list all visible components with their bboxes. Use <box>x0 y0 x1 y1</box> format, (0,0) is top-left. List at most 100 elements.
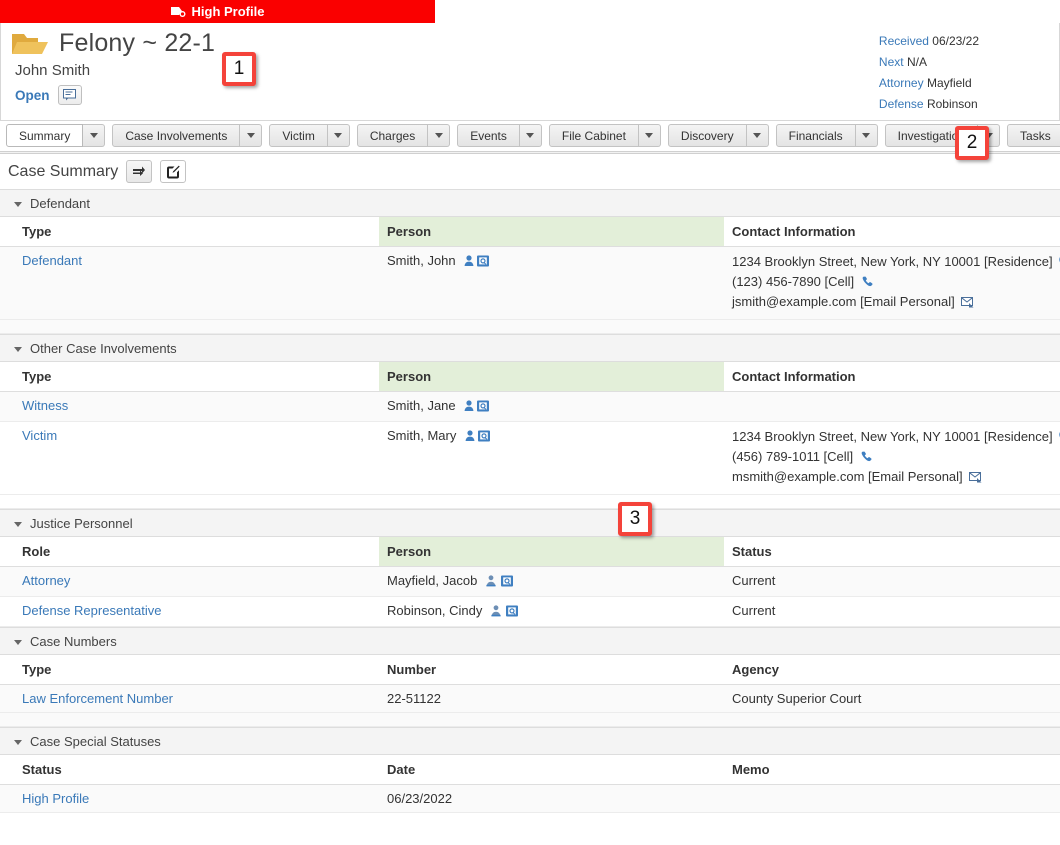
cell-number: 22-51122 <box>379 685 724 713</box>
meta-next-value: N/A <box>907 55 927 69</box>
chevron-down-icon <box>645 133 653 138</box>
chevron-down-icon <box>526 133 534 138</box>
tab-charges-label[interactable]: Charges <box>357 124 428 147</box>
col-date: Date <box>379 755 724 785</box>
meta-defense: Defense Robinson <box>879 94 979 115</box>
table-row: Attorney Mayfield, Jacob <box>0 567 1060 597</box>
chevron-down-icon <box>14 202 22 207</box>
high-profile-status-link[interactable]: High Profile <box>22 791 89 806</box>
tab-discovery[interactable]: Discovery <box>668 124 769 147</box>
tab-discovery-label[interactable]: Discovery <box>668 124 747 147</box>
tab-file-cabinet-label[interactable]: File Cabinet <box>549 124 639 147</box>
high-profile-label: High Profile <box>192 4 265 19</box>
meta-attorney-label: Attorney <box>879 76 924 90</box>
comment-bubble-icon[interactable] <box>58 85 82 105</box>
col-person: Person <box>379 537 724 567</box>
staff-profile-icon <box>486 575 514 587</box>
tab-financials[interactable]: Financials <box>776 124 878 147</box>
tab-events-caret[interactable] <box>520 124 542 147</box>
chevron-down-icon <box>334 133 342 138</box>
tab-charges-caret[interactable] <box>428 124 450 147</box>
meta-received: Received 06/23/22 <box>879 31 979 52</box>
contact-phone-line: (123) 456-7890 [Cell] <box>732 273 1054 293</box>
tab-case-involvements[interactable]: Case Involvements <box>112 124 262 147</box>
case-summary-header: Case Summary <box>0 154 1060 189</box>
person-profile-icon <box>465 430 491 442</box>
defense-representative-role-link[interactable]: Defense Representative <box>22 603 161 618</box>
chevron-down-icon <box>14 347 22 352</box>
tab-victim[interactable]: Victim <box>269 124 349 147</box>
victim-type-link[interactable]: Victim <box>22 428 57 443</box>
section-case-special-statuses-title: Case Special Statuses <box>30 734 161 749</box>
tab-financials-caret[interactable] <box>856 124 878 147</box>
flag-tag-icon <box>171 6 186 18</box>
defendant-table: Type Person Contact Information Defendan… <box>0 217 1060 334</box>
section-other-case-involvements-header[interactable]: Other Case Involvements <box>0 335 1060 362</box>
high-profile-banner: High Profile <box>0 0 435 23</box>
defendant-type-link[interactable]: Defendant <box>22 253 82 268</box>
person-name: Smith, John <box>387 253 456 268</box>
cell-status: High Profile <box>0 785 379 813</box>
table-header-row: Status Date Memo <box>0 755 1060 785</box>
cell-person: Smith, Jane <box>379 392 724 422</box>
tab-summary-label[interactable]: Summary <box>6 124 83 147</box>
tab-charges[interactable]: Charges <box>357 124 450 147</box>
col-agency: Agency <box>724 655 1060 685</box>
col-status: Status <box>0 755 379 785</box>
chevron-down-icon <box>862 133 870 138</box>
chevron-down-icon <box>247 133 255 138</box>
tab-summary-caret[interactable] <box>83 124 105 147</box>
witness-type-link[interactable]: Witness <box>22 398 68 413</box>
table-row: Defendant Smith, John <box>0 247 1060 320</box>
tab-case-involvements-caret[interactable] <box>240 124 262 147</box>
section-case-special-statuses-header[interactable]: Case Special Statuses <box>0 728 1060 755</box>
section-justice-personnel-title: Justice Personnel <box>30 516 133 531</box>
chevron-down-icon <box>435 133 443 138</box>
contact-phone-text: (123) 456-7890 [Cell] <box>732 274 854 289</box>
tab-victim-caret[interactable] <box>328 124 350 147</box>
tab-tasks[interactable]: Tasks <box>1007 124 1060 147</box>
attorney-role-link[interactable]: Attorney <box>22 573 70 588</box>
tab-summary[interactable]: Summary <box>6 124 105 147</box>
case-status-open-link[interactable]: Open <box>15 88 50 103</box>
tab-financials-label[interactable]: Financials <box>776 124 856 147</box>
table-header-row: Type Person Contact Information <box>0 217 1060 247</box>
tab-victim-label[interactable]: Victim <box>269 124 327 147</box>
cell-role: Defense Representative <box>0 597 379 627</box>
table-row: High Profile 06/23/2022 <box>0 785 1060 813</box>
cell-type: Defendant <box>0 247 379 320</box>
table-row: Witness Smith, Jane <box>0 392 1060 422</box>
contact-address-line: 1234 Brooklyn Street, New York, NY 10001… <box>732 428 1054 448</box>
law-enforcement-number-link[interactable]: Law Enforcement Number <box>22 691 173 706</box>
tab-file-cabinet-caret[interactable] <box>639 124 661 147</box>
table-header-row: Role Person Status <box>0 537 1060 567</box>
edit-square-icon[interactable] <box>160 160 186 183</box>
tab-case-involvements-label[interactable]: Case Involvements <box>112 124 240 147</box>
person-profile-icon <box>464 400 490 412</box>
section-justice-personnel: Justice Personnel Role Person Status Att… <box>0 509 1060 627</box>
section-defendant-header[interactable]: Defendant <box>0 190 1060 217</box>
col-person: Person <box>379 362 724 392</box>
case-meta-panel: Received 06/23/22 Next N/A Attorney Mayf… <box>879 31 979 115</box>
tab-events-label[interactable]: Events <box>457 124 520 147</box>
tab-discovery-caret[interactable] <box>747 124 769 147</box>
section-case-numbers-header[interactable]: Case Numbers <box>0 628 1060 655</box>
email-icon <box>969 470 982 488</box>
table-row: Victim Smith, Mary <box>0 422 1060 495</box>
section-justice-personnel-header[interactable]: Justice Personnel <box>0 510 1060 537</box>
tab-tasks-label[interactable]: Tasks <box>1007 124 1060 147</box>
section-case-special-statuses: Case Special Statuses Status Date Memo H… <box>0 727 1060 813</box>
cell-date: 06/23/2022 <box>379 785 724 813</box>
swap-arrows-icon[interactable] <box>126 160 152 183</box>
tab-file-cabinet[interactable]: File Cabinet <box>549 124 661 147</box>
table-row: Defense Representative Robinson, Cindy <box>0 597 1060 627</box>
tab-events[interactable]: Events <box>457 124 542 147</box>
person-name: Robinson, Cindy <box>387 603 482 618</box>
person-icons <box>464 255 490 270</box>
contact-phone-line: (456) 789-1011 [Cell] <box>732 448 1054 468</box>
section-other-case-involvements: Other Case Involvements Type Person Cont… <box>0 334 1060 509</box>
main-content: Case Summary Defendant Type <box>0 154 1060 813</box>
open-folder-icon <box>11 30 49 58</box>
section-defendant-title: Defendant <box>30 196 90 211</box>
section-defendant: Defendant Type Person Contact Informatio… <box>0 189 1060 334</box>
